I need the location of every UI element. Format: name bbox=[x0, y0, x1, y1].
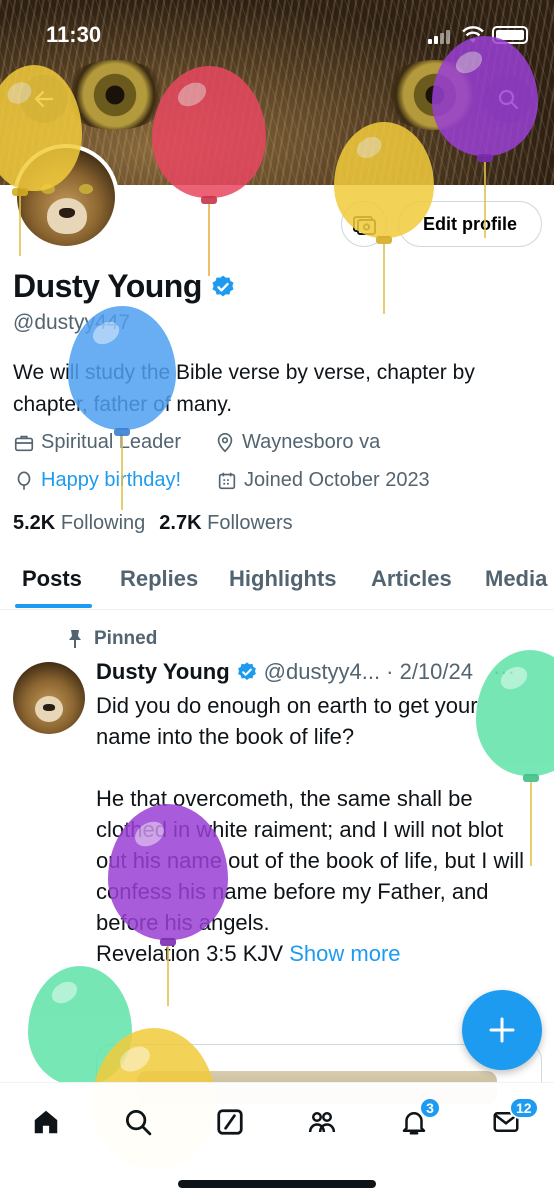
tab-highlights[interactable]: Highlights bbox=[229, 566, 337, 592]
birthday-link[interactable]: Happy birthday! bbox=[41, 469, 181, 492]
followers-link[interactable]: 2.7K Followers bbox=[159, 512, 292, 535]
tab-replies[interactable]: Replies bbox=[120, 566, 198, 592]
tab-media[interactable]: Media bbox=[485, 566, 547, 592]
grok-icon bbox=[217, 1109, 243, 1135]
search-button[interactable] bbox=[484, 75, 532, 123]
verified-badge-icon bbox=[237, 662, 256, 680]
active-tab-indicator bbox=[15, 604, 92, 608]
joined-text: Joined October 2023 bbox=[244, 469, 430, 491]
profile-name-row: Dusty Young bbox=[13, 268, 236, 305]
back-arrow-icon bbox=[34, 90, 54, 108]
briefcase-icon bbox=[14, 435, 34, 451]
balloon-icon bbox=[17, 470, 31, 490]
pin-icon bbox=[69, 630, 81, 648]
calendar-icon bbox=[218, 472, 236, 489]
nav-grok[interactable] bbox=[205, 1097, 255, 1147]
verified-badge-icon[interactable] bbox=[210, 274, 236, 300]
profile-occupation: Spiritual Leader bbox=[13, 431, 181, 454]
compose-button[interactable] bbox=[462, 990, 542, 1070]
nav-communities[interactable] bbox=[297, 1097, 347, 1147]
location-text: Waynesboro va bbox=[242, 431, 381, 453]
profile-handle: @dustyy447 bbox=[13, 311, 131, 334]
signal-icon bbox=[428, 28, 454, 44]
profile-bio: We will study the Bible verse by verse, … bbox=[13, 361, 475, 416]
follow-stats: 5.2K Following 2.7K Followers bbox=[13, 512, 293, 535]
profile-birthday[interactable]: Happy birthday! bbox=[13, 469, 181, 492]
post-author-name[interactable]: Dusty Young bbox=[96, 659, 230, 685]
battery-icon bbox=[492, 26, 528, 44]
following-link[interactable]: 5.2K Following bbox=[13, 512, 145, 535]
occupation-text: Spiritual Leader bbox=[41, 431, 182, 453]
status-bar: 11:30 bbox=[0, 0, 554, 70]
status-time: 11:30 bbox=[46, 22, 102, 47]
communities-icon bbox=[308, 1112, 336, 1133]
profile-location: Waynesboro va bbox=[214, 431, 380, 454]
post-author-avatar[interactable] bbox=[13, 662, 85, 734]
money-icon bbox=[353, 216, 376, 235]
ad-button[interactable] bbox=[341, 201, 387, 247]
banner-lion-eye-right bbox=[380, 60, 490, 130]
notifications-badge: 3 bbox=[419, 1097, 441, 1119]
search-icon bbox=[498, 89, 519, 110]
nav-notifications[interactable]: 3 bbox=[389, 1097, 441, 1147]
tab-articles[interactable]: Articles bbox=[371, 566, 452, 592]
post-more-button[interactable]: ··· bbox=[493, 659, 515, 685]
profile-joined: Joined October 2023 bbox=[216, 469, 430, 492]
nav-home[interactable] bbox=[21, 1097, 71, 1147]
wifi-icon bbox=[462, 26, 484, 43]
banner-lion-eye-left bbox=[60, 60, 170, 130]
post-header: Dusty Young @dustyy4... · 2/10/24 ··· bbox=[96, 659, 515, 685]
nav-search[interactable] bbox=[113, 1097, 163, 1147]
nav-messages[interactable]: 12 bbox=[481, 1097, 539, 1147]
post-author-handle[interactable]: @dustyy4... bbox=[264, 659, 381, 685]
pinned-label: Pinned bbox=[66, 628, 157, 650]
search-icon bbox=[126, 1110, 152, 1136]
edit-profile-button[interactable]: Edit profile bbox=[398, 201, 542, 247]
profile-name: Dusty Young bbox=[13, 268, 202, 304]
show-more-link[interactable]: Show more bbox=[289, 941, 400, 966]
back-button[interactable] bbox=[20, 75, 68, 123]
profile-avatar[interactable] bbox=[13, 144, 119, 250]
tab-posts[interactable]: Posts bbox=[22, 566, 82, 592]
location-pin-icon bbox=[217, 432, 233, 452]
home-indicator bbox=[178, 1180, 376, 1188]
messages-badge: 12 bbox=[509, 1097, 539, 1119]
post-date[interactable]: · 2/10/24 bbox=[386, 659, 473, 685]
plus-icon bbox=[489, 1017, 515, 1043]
home-icon bbox=[34, 1110, 58, 1134]
post-body[interactable]: Did you do enough on earth to get your n… bbox=[96, 690, 536, 969]
profile-tabs: Posts Replies Highlights Articles Media bbox=[0, 552, 554, 610]
